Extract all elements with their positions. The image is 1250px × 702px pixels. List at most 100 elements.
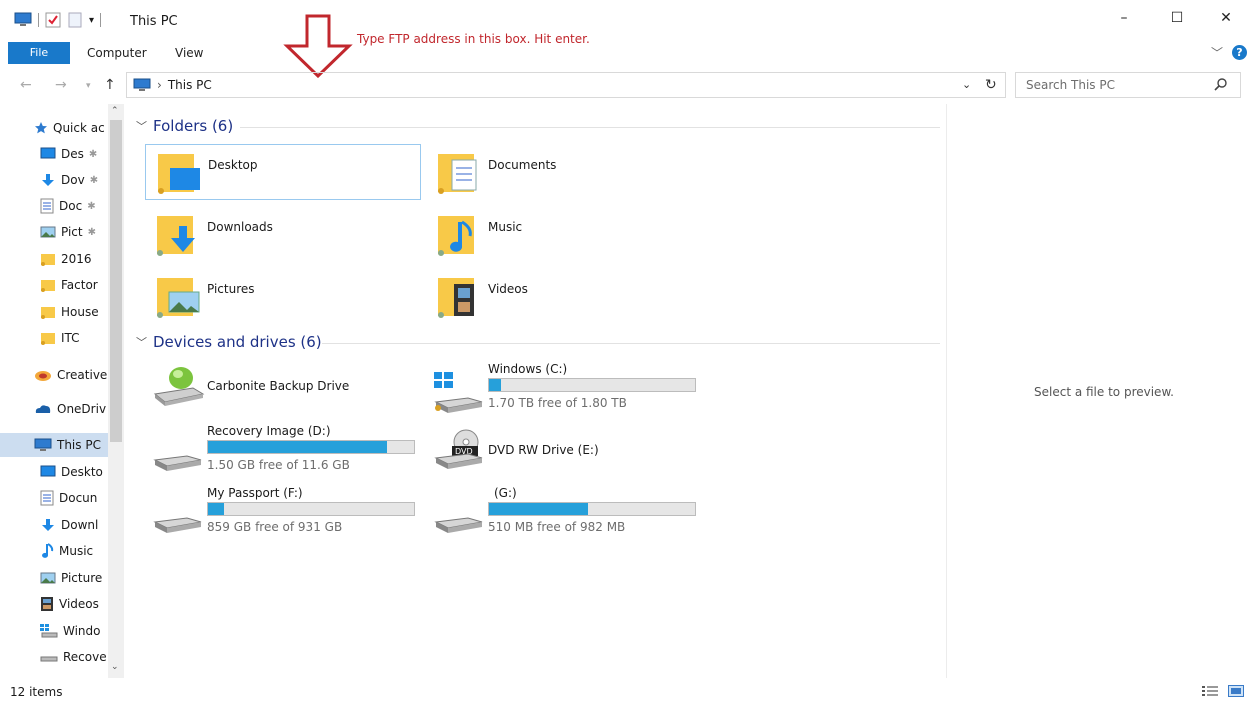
desktop-icon xyxy=(40,147,56,161)
desktop-icon xyxy=(40,465,56,479)
scroll-down-icon[interactable]: ⌄ xyxy=(111,662,119,672)
sidebar-item-label: Quick ac xyxy=(53,121,105,135)
help-icon[interactable]: ? xyxy=(1232,45,1247,60)
minimize-button[interactable]: – xyxy=(1112,10,1136,26)
sidebar-item[interactable]: House xyxy=(0,300,108,324)
documents-folder-icon xyxy=(438,154,477,194)
drive-free-space: 859 GB free of 931 GB xyxy=(207,520,343,534)
sidebar-item[interactable]: Dov ✱ xyxy=(0,168,108,192)
expand-ribbon-icon[interactable]: ﹀ xyxy=(1211,44,1223,61)
properties-icon[interactable] xyxy=(45,12,61,28)
details-view-icon[interactable] xyxy=(1202,685,1218,697)
drive-free-space: 1.50 GB free of 11.6 GB xyxy=(207,458,350,472)
pin-icon: ✱ xyxy=(88,148,98,160)
forward-arrow-icon[interactable]: → xyxy=(55,77,67,93)
chevron-down-icon: ﹀ xyxy=(136,120,147,133)
large-icons-view-icon[interactable] xyxy=(1228,685,1244,697)
navigation-pane[interactable]: Quick ac Des ✱ Dov ✱ Doc ✱ Pict ✱ 2016 Factor House… xyxy=(0,104,124,678)
window-title: This PC xyxy=(130,14,178,29)
separator xyxy=(100,13,102,27)
sidebar-item[interactable]: Quick ac xyxy=(0,116,108,140)
back-arrow-icon[interactable]: ← xyxy=(20,77,32,93)
sidebar-item[interactable]: Recove xyxy=(0,645,108,669)
folder-label: Music xyxy=(488,220,523,234)
folder-label: Documents xyxy=(488,158,557,172)
sidebar-item-label: House xyxy=(61,305,99,319)
drive-carbonite[interactable]: Carbonite Backup Drive xyxy=(153,362,433,416)
drive-windows-c[interactable]: Windows (C:) 1.70 TB free of 1.80 TB xyxy=(434,362,714,416)
recent-locations-icon[interactable]: ▾ xyxy=(86,81,91,91)
address-history-icon[interactable]: ⌄ xyxy=(962,78,971,91)
sidebar-item[interactable]: This PC xyxy=(0,433,108,457)
folder-desktop[interactable]: Desktop xyxy=(145,144,421,200)
drive-usage-fill xyxy=(208,441,388,453)
tab-view[interactable]: View xyxy=(175,46,203,60)
drive-free-space: 1.70 TB free of 1.80 TB xyxy=(488,396,627,410)
scroll-up-icon[interactable]: ⌃ xyxy=(111,106,119,116)
sidebar-item[interactable]: ITC xyxy=(0,326,108,350)
view-toggle xyxy=(1202,685,1244,697)
sidebar-item[interactable]: Factor xyxy=(0,273,108,297)
sidebar-item[interactable]: Deskto xyxy=(0,460,108,484)
sidebar-item-label: Doc xyxy=(59,199,83,213)
folder-icon xyxy=(40,278,56,292)
backup-drive-icon xyxy=(153,367,205,406)
drive-icon xyxy=(434,517,483,533)
preview-pane-divider[interactable] xyxy=(946,104,947,678)
documents-icon xyxy=(40,198,54,214)
drive-usage-bar xyxy=(207,440,415,454)
sidebar-item[interactable]: Doc ✱ xyxy=(0,194,108,218)
folders-heading: Folders (6) xyxy=(153,117,234,135)
sidebar-item[interactable]: 2016 xyxy=(0,247,108,271)
sidebar-item[interactable]: Pict ✱ xyxy=(0,220,108,244)
sidebar-item[interactable]: Picture xyxy=(0,566,108,590)
drives-section-header[interactable]: ﹀ Devices and drives (6) xyxy=(136,333,322,351)
sidebar-item[interactable]: Music xyxy=(0,539,108,563)
pin-icon: ✱ xyxy=(89,174,99,186)
maximize-button[interactable]: ☐ xyxy=(1165,10,1189,26)
drive-dvd-e[interactable]: DVD DVD RW Drive (E:) xyxy=(434,424,714,478)
computer-icon xyxy=(34,438,52,452)
quick-access-toolbar: ▾ xyxy=(14,12,102,28)
folder-pictures[interactable]: Pictures xyxy=(145,268,421,324)
sidebar-item-label: Deskto xyxy=(61,465,103,479)
sidebar-item[interactable]: Des ✱ xyxy=(0,142,108,166)
sidebar-item[interactable]: Videos xyxy=(0,592,108,616)
folders-section-header[interactable]: ﹀ Folders (6) xyxy=(136,117,233,135)
sidebar-item[interactable]: OneDriv xyxy=(0,397,108,421)
sidebar-item[interactable]: Windo xyxy=(0,619,108,643)
drive-usage-fill xyxy=(489,379,502,391)
drive-recovery-d[interactable]: Recovery Image (D:) 1.50 GB free of 11.6… xyxy=(153,424,433,478)
address-bar[interactable]: › This PC xyxy=(126,72,1006,98)
up-arrow-icon[interactable]: ↑ xyxy=(104,77,116,93)
new-folder-icon[interactable] xyxy=(67,12,83,28)
refresh-icon[interactable]: ↻ xyxy=(985,77,997,93)
drive-g[interactable]: (G:) 510 MB free of 982 MB xyxy=(434,486,714,540)
sidebar-item[interactable]: Creative xyxy=(0,363,108,387)
folder-icon xyxy=(40,252,56,266)
sidebar-item[interactable]: Docun xyxy=(0,486,108,510)
sidebar-item-label: Factor xyxy=(61,278,98,292)
sidebar-item-label: Docun xyxy=(59,491,98,505)
folder-documents[interactable]: Documents xyxy=(426,144,702,200)
drive-usage-bar xyxy=(488,378,696,392)
sidebar-item[interactable]: Downl xyxy=(0,513,108,537)
computer-icon[interactable] xyxy=(14,12,32,28)
folder-music[interactable]: Music xyxy=(426,206,702,262)
drive-name: Recovery Image (D:) xyxy=(207,424,331,438)
folder-videos[interactable]: Videos xyxy=(426,268,702,324)
onedrive-icon xyxy=(34,402,52,416)
videos-icon xyxy=(40,596,54,612)
tab-computer[interactable]: Computer xyxy=(87,46,147,60)
close-button[interactable]: ✕ xyxy=(1214,10,1238,26)
search-icon[interactable] xyxy=(1214,77,1228,91)
customize-toolbar-icon[interactable]: ▾ xyxy=(89,15,94,26)
tab-file[interactable]: File xyxy=(8,42,70,64)
sidebar-scroll-thumb[interactable] xyxy=(110,120,122,442)
drive-my-passport-f[interactable]: My Passport (F:) 859 GB free of 931 GB xyxy=(153,486,433,540)
search-input[interactable]: Search This PC xyxy=(1015,72,1241,98)
breadcrumb-this-pc[interactable]: This PC xyxy=(168,78,212,92)
sidebar-item-label: Recove xyxy=(63,650,107,664)
folder-downloads[interactable]: Downloads xyxy=(145,206,421,262)
section-divider xyxy=(322,343,940,344)
